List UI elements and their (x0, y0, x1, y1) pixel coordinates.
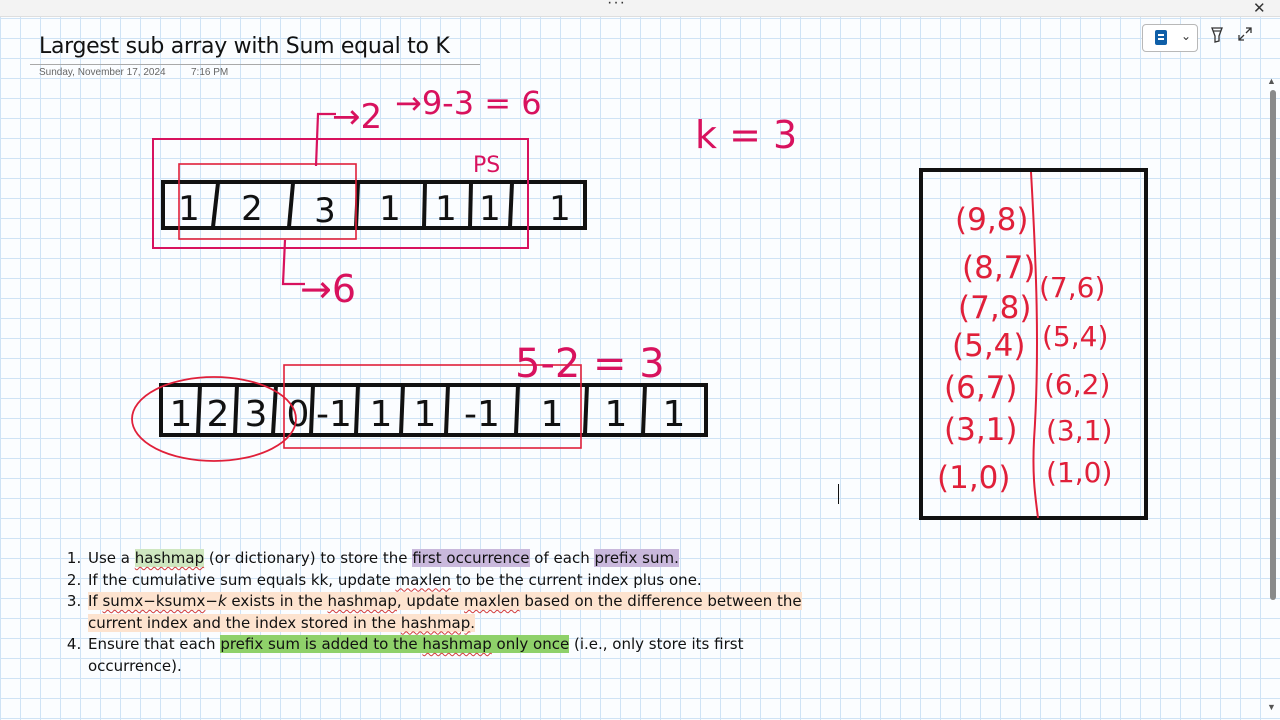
text-caret (838, 484, 839, 504)
note-text: If sumx−ksumx−k exists in the hashmap, u… (88, 592, 802, 632)
note-text: Use a hashmap (or dictionary) to store t… (88, 549, 679, 567)
note-segment: If (88, 592, 103, 610)
array-1-value: 1 (435, 189, 457, 229)
hashmap-divider (1030, 171, 1039, 519)
hashmap-left-column: (9,8) (8,7) (7,8) (5,4) (6,7) (3,1) (1,0… (937, 202, 1036, 496)
note-segment: Ensure that each (88, 635, 221, 653)
array-2-value: 3 (245, 394, 268, 435)
hashmap-right-entry: (7,6) (1039, 271, 1105, 304)
note-segment: exists in the (226, 592, 328, 610)
note-segment: first occurrence (412, 549, 530, 567)
note-item[interactable]: If sumx−ksumx−k exists in the hashmap, u… (86, 591, 826, 634)
array-2-group: 1 2 3 0 -1 1 1 -1 1 1 1 5-2 = 3 (131, 341, 708, 462)
note-segment: only once (491, 635, 570, 653)
array-2-value: 1 (170, 394, 193, 435)
array-1-value: 1 (549, 189, 571, 229)
note-item[interactable]: If the cumulative sum equals kk, update … (86, 570, 826, 592)
array-1-group: 1 2 3 1 1 1 1 →2 →9-3 = 6 PS →6 k = 3 (152, 84, 797, 311)
hashmap-drawing: (9,8) (8,7) (7,8) (5,4) (6,7) (3,1) (1,0… (919, 168, 1148, 520)
note-segment: hashmap (400, 613, 471, 632)
note-segment: maxlen (395, 570, 452, 589)
note-segment: hashmap (422, 635, 492, 653)
annotation-formula-2: 5-2 = 3 (515, 341, 665, 387)
note-segment: sumx−ksumx (102, 592, 206, 610)
note-segment: of each (529, 549, 595, 567)
note-segment: (or dictionary) to store the (204, 549, 413, 567)
hashmap-left-entry: (6,7) (944, 370, 1018, 406)
note-segment: . (470, 613, 476, 632)
array-2-value: 0 (287, 394, 310, 435)
hashmap-left-entry: (1,0) (937, 460, 1011, 496)
note-segment: − (205, 592, 218, 610)
array-2-value: 1 (370, 394, 393, 435)
array-1-value: 1 (379, 189, 401, 229)
array-2-value: -1 (316, 394, 352, 435)
array-1-value: 1 (479, 189, 501, 229)
note-segment: to be the current index plus one. (451, 570, 702, 589)
annotation-k: k = 3 (695, 113, 797, 157)
hashmap-right-entry: (6,2) (1044, 368, 1110, 401)
note-text: If the cumulative sum equals kk, update … (88, 571, 702, 589)
array-2-value: 1 (541, 394, 564, 435)
array-2-value: 1 (663, 394, 686, 435)
array-1-frame (161, 180, 587, 230)
annotation-six: →6 (300, 267, 356, 311)
hashmap-left-entry: (8,7) (962, 250, 1036, 286)
annotation-two: →2 (332, 97, 382, 137)
note-segment: maxlen (464, 592, 520, 610)
hashmap-right-entry: (1,0) (1046, 456, 1112, 489)
array-1-value: 3 (314, 191, 336, 231)
note-segment: Use a (88, 549, 135, 567)
annotation-ps: PS (473, 153, 500, 178)
note-segment: prefix sum. (594, 549, 679, 567)
array-2-value: 1 (605, 394, 628, 435)
note-text: Ensure that each prefix sum is added to … (88, 635, 743, 675)
note-item[interactable]: Use a hashmap (or dictionary) to store t… (86, 548, 826, 570)
note-segment: k (217, 592, 227, 610)
note-segment: hashmap (327, 592, 397, 610)
hashmap-right-entry: (3,1) (1046, 414, 1112, 447)
hashmap-right-column: (7,6) (5,4) (6,2) (3,1) (1,0) (1039, 271, 1112, 489)
hashmap-left-entry: (3,1) (944, 412, 1018, 448)
array-2-value: -1 (464, 394, 500, 435)
note-segment: , update (396, 592, 465, 610)
note-segment: prefix sum is added to the (220, 635, 423, 653)
hashmap-right-entry: (5,4) (1042, 320, 1108, 353)
note-item[interactable]: Ensure that each prefix sum is added to … (86, 634, 826, 677)
note-segment: hashmap (134, 549, 205, 567)
array-2-value: 2 (207, 394, 230, 435)
hashmap-left-entry: (7,8) (958, 290, 1032, 326)
array-1-value: 2 (241, 189, 263, 229)
array-1-value: 1 (178, 189, 200, 229)
array-2-values: 1 2 3 0 -1 1 1 -1 1 1 1 (170, 394, 686, 435)
hashmap-left-entry: (5,4) (952, 328, 1026, 364)
array-2-value: 1 (414, 394, 437, 435)
hashmap-left-entry: (9,8) (955, 202, 1029, 238)
annotation-formula: →9-3 = 6 (395, 84, 542, 122)
note-segment: If the cumulative sum equals kk, update (88, 570, 396, 589)
notes-list[interactable]: Use a hashmap (or dictionary) to store t… (56, 548, 826, 677)
